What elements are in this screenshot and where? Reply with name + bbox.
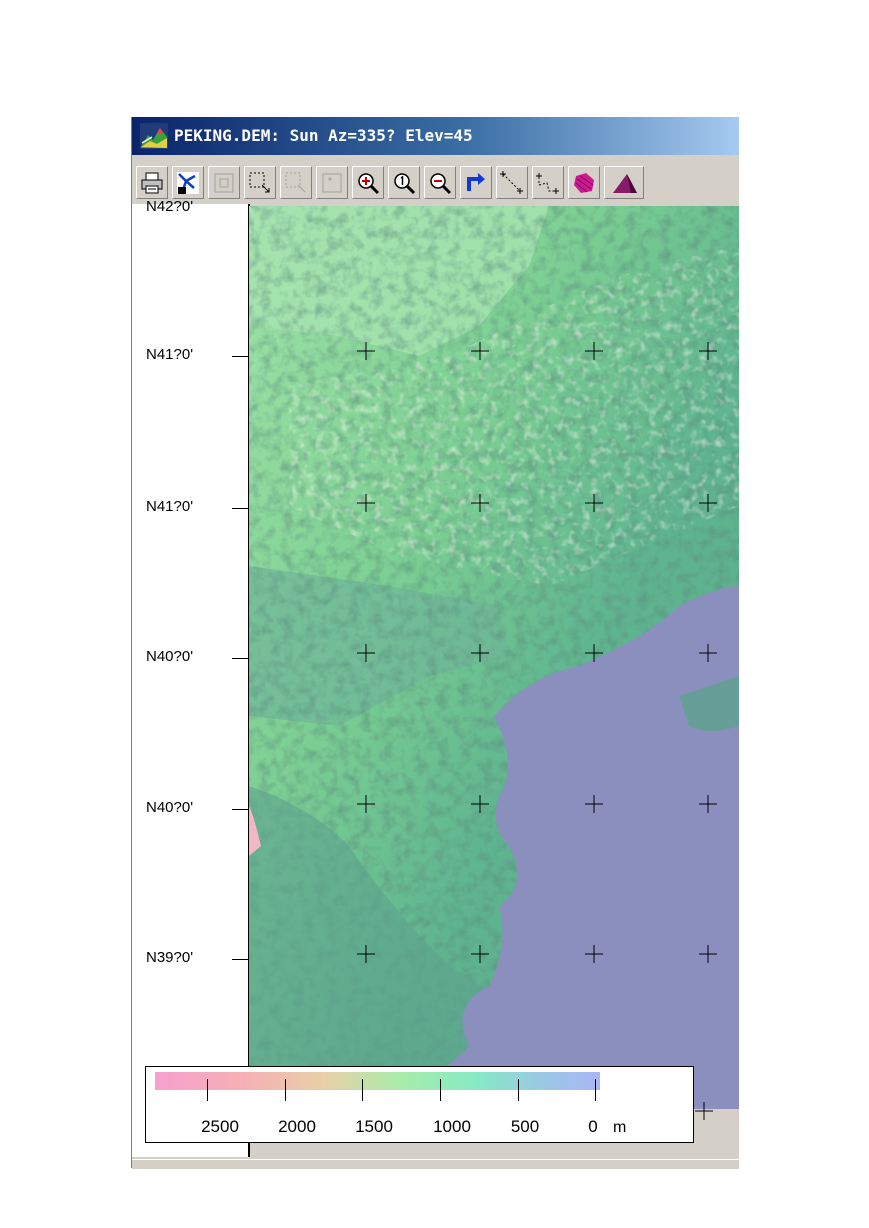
full-extent-icon [322,173,342,192]
fit-view-icon [214,173,234,192]
zoom-out-button[interactable] [424,166,456,199]
latitude-tick [232,658,248,659]
select-area-alt-icon [285,172,306,192]
legend-unit: m [613,1119,627,1136]
latitude-tick [232,809,248,810]
redraw-button[interactable] [460,166,492,199]
zoom-1x-icon [394,172,416,194]
area-polygon-icon [574,172,594,193]
measure-distance-button[interactable] [496,166,528,199]
zoom-in-icon [358,172,380,194]
shaded-relief-image [249,206,739,1109]
latitude-label: N41?0' [146,498,194,515]
status-strip [132,1159,739,1169]
measure-path-icon [536,172,559,194]
legend-color-ramp [155,1072,600,1090]
zoom-1x-button[interactable] [388,166,420,199]
latitude-label: N40?0' [146,648,194,665]
latitude-label: N40?0' [146,799,194,816]
toolbar [132,162,739,204]
legend-value: 500 [510,1117,540,1136]
legend-value: 2500 [201,1117,239,1136]
legend-value: 2000 [278,1117,316,1136]
print-button[interactable] [136,166,168,199]
window-title: PEKING.DEM: Sun Az=335? Elev=45 [174,126,473,145]
select-area-alt-button[interactable] [280,166,312,199]
latitude-axis: N42?0' N41?0' N41?0' N40?0' N40?0' N39?0… [132,198,250,1157]
legend-value: 1500 [355,1117,393,1136]
legend-tick [518,1079,519,1101]
title-bar[interactable]: PEKING.DEM: Sun Az=335? Elev=45 [132,117,739,155]
printer-icon [141,172,163,193]
latitude-label: N41?0' [146,346,194,363]
measure-line-icon [500,170,523,194]
select-area-icon [249,172,270,192]
legend-tick [285,1079,286,1101]
latitude-tick [232,508,248,509]
zoom-out-icon [430,172,452,194]
profile-button[interactable] [604,166,644,199]
legend-value: 1000 [433,1117,471,1136]
area-button[interactable] [568,166,600,199]
redraw-arrow-icon [467,172,485,191]
dem-window: PEKING.DEM: Sun Az=335? Elev=45 N42?0' N… [131,117,739,1169]
zoom-in-button[interactable] [352,166,384,199]
drainage-button[interactable] [172,166,204,199]
full-extent-button[interactable] [316,166,348,199]
drainage-network-icon [177,171,199,194]
elevation-legend: 2500 2000 1500 1000 500 0 m [145,1066,694,1143]
dem-map-icon [140,123,168,149]
elevation-map[interactable] [249,206,739,1109]
legend-value: 0 [588,1117,598,1136]
fit-view-button[interactable] [208,166,240,199]
latitude-label: N42?0' [146,198,194,215]
measure-path-button[interactable] [532,166,564,199]
latitude-tick [232,356,248,357]
legend-tick [207,1079,208,1101]
select-area-button[interactable] [244,166,276,199]
legend-tick [440,1079,441,1101]
profile-3d-icon [613,173,637,193]
latitude-label: N39?0' [146,949,194,966]
legend-tick [595,1079,596,1101]
latitude-tick [232,959,248,960]
graticule-cross [695,1102,713,1120]
legend-tick [362,1079,363,1101]
